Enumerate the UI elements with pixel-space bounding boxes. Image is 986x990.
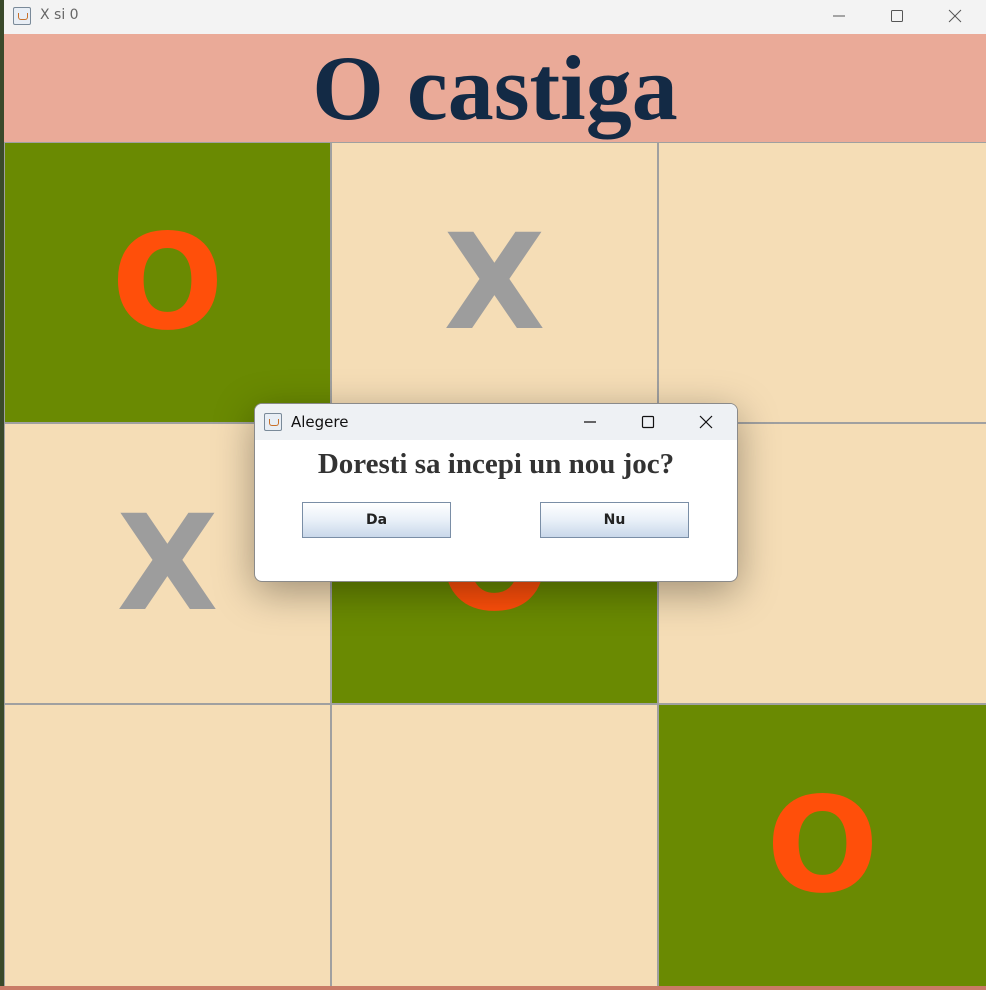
result-banner: O castiga	[4, 34, 986, 142]
dialog-maximize-icon[interactable]	[619, 404, 677, 440]
cell-mark: X	[443, 205, 546, 360]
dialog-minimize-icon[interactable]	[561, 404, 619, 440]
result-text: O castiga	[312, 37, 678, 139]
dialog-close-icon[interactable]	[677, 404, 735, 440]
minimize-icon[interactable]	[810, 0, 868, 32]
java-app-icon	[264, 413, 282, 431]
new-game-dialog: Alegere Doresti sa incepi un nou joc? Da…	[254, 403, 738, 582]
maximize-icon[interactable]	[868, 0, 926, 32]
dialog-message: Doresti sa incepi un nou joc?	[317, 448, 675, 480]
yes-button[interactable]: Da	[302, 502, 451, 538]
cell-mark: O	[766, 768, 879, 923]
dialog-title: Alegere	[291, 413, 349, 431]
cell-1[interactable]: X	[332, 143, 657, 422]
cell-7[interactable]	[332, 705, 657, 986]
cell-0[interactable]: O	[5, 143, 330, 422]
cell-mark: O	[111, 205, 224, 360]
title-bar[interactable]: X si 0	[4, 0, 986, 32]
dialog-title-bar[interactable]: Alegere	[255, 404, 737, 440]
cell-6[interactable]	[5, 705, 330, 986]
window-title: X si 0	[40, 7, 79, 23]
cell-8[interactable]: O	[659, 705, 986, 986]
java-app-icon	[13, 7, 31, 25]
window-bottom-edge	[0, 986, 986, 990]
no-button[interactable]: Nu	[540, 502, 689, 538]
cell-mark: X	[116, 486, 219, 641]
close-icon[interactable]	[926, 0, 984, 32]
cell-2[interactable]	[659, 143, 986, 422]
